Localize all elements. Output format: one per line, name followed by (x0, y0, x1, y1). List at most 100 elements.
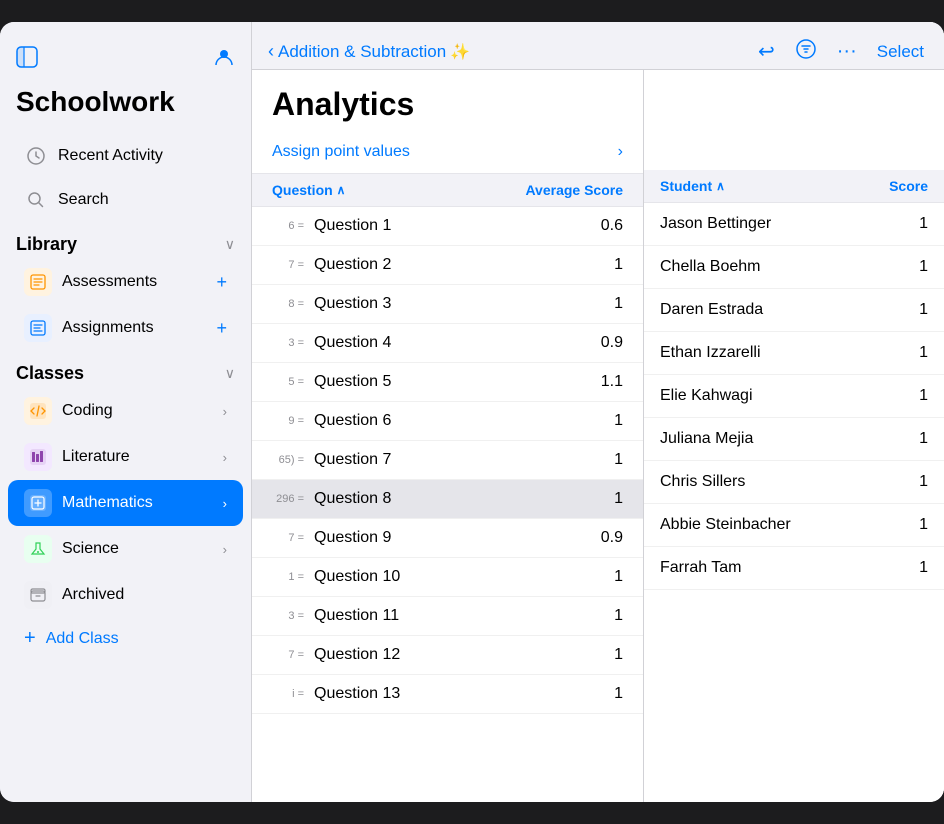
student-row[interactable]: Abbie Steinbacher 1 (644, 504, 944, 547)
question-row[interactable]: i = Question 13 1 (252, 675, 643, 714)
mathematics-label: Mathematics (62, 494, 153, 512)
add-class-label: Add Class (46, 630, 119, 648)
avatar-icon[interactable] (213, 46, 235, 74)
student-row[interactable]: Daren Estrada 1 (644, 289, 944, 332)
questions-table-header: Question ∧ Average Score (252, 174, 643, 207)
student-score: 1 (919, 387, 928, 405)
question-hint: 7 = (272, 649, 304, 661)
question-label: Question 12 (314, 646, 400, 664)
question-label: Question 3 (314, 295, 391, 313)
question-hint: 7 = (272, 259, 304, 271)
science-chevron-icon: › (223, 542, 227, 557)
nav-right-buttons: ↩ ··· Select (758, 38, 924, 66)
question-hint: 7 = (272, 532, 304, 544)
nav-back-label: Addition & Subtraction (278, 42, 446, 62)
question-row[interactable]: 7 = Question 12 1 (252, 636, 643, 675)
analytics-container: Analytics Assign point values › Question… (252, 70, 944, 802)
literature-label: Literature (62, 448, 130, 466)
filter-button[interactable] (795, 38, 817, 66)
sidebar-item-assessments[interactable]: Assessments + (8, 259, 243, 305)
mathematics-icon (24, 489, 52, 517)
student-row[interactable]: Elie Kahwagi 1 (644, 375, 944, 418)
sidebar-item-coding[interactable]: Coding › (8, 388, 243, 434)
sidebar-item-search[interactable]: Search (8, 178, 243, 222)
assignments-add-icon[interactable]: + (216, 318, 227, 339)
sidebar-item-literature[interactable]: Literature › (8, 434, 243, 480)
app-title: Schoolwork (0, 78, 251, 134)
question-hint: 3 = (272, 337, 304, 349)
coding-label: Coding (62, 402, 113, 420)
nav-back[interactable]: ‹ Addition & Subtraction ✨ (268, 41, 470, 62)
assign-point-values-row[interactable]: Assign point values › (252, 131, 643, 174)
question-label: Question 13 (314, 685, 400, 703)
question-hint: 65) = (272, 454, 304, 466)
question-score: 1 (614, 256, 623, 274)
student-name: Abbie Steinbacher (660, 516, 791, 534)
question-score: 0.6 (601, 217, 623, 235)
question-row[interactable]: 7 = Question 2 1 (252, 246, 643, 285)
question-score: 1 (614, 646, 623, 664)
question-row[interactable]: 8 = Question 3 1 (252, 285, 643, 324)
sidebar-item-science[interactable]: Science › (8, 526, 243, 572)
question-hint: 296 = (272, 493, 304, 505)
archived-label: Archived (62, 586, 124, 604)
question-row[interactable]: 1 = Question 10 1 (252, 558, 643, 597)
add-class-icon: + (24, 627, 36, 650)
question-row[interactable]: 6 = Question 1 0.6 (252, 207, 643, 246)
undo-button[interactable]: ↩ (758, 39, 775, 64)
student-row[interactable]: Chris Sillers 1 (644, 461, 944, 504)
sidebar-item-mathematics[interactable]: Mathematics › (8, 480, 243, 526)
question-row[interactable]: 3 = Question 11 1 (252, 597, 643, 636)
avg-score-col-header[interactable]: Average Score (525, 182, 623, 198)
sidebar-item-search-label: Search (58, 191, 109, 209)
student-row[interactable]: Ethan Izzarelli 1 (644, 332, 944, 375)
student-score: 1 (919, 258, 928, 276)
student-name: Daren Estrada (660, 301, 763, 319)
student-name: Chella Boehm (660, 258, 761, 276)
question-label: Question 5 (314, 373, 391, 391)
student-row[interactable]: Jason Bettinger 1 (644, 203, 944, 246)
science-icon (24, 535, 52, 563)
question-score: 1 (614, 607, 623, 625)
question-label: Question 9 (314, 529, 391, 547)
add-class-button[interactable]: + Add Class (8, 618, 243, 659)
back-icon: ‹ (268, 41, 274, 62)
student-row[interactable]: Farrah Tam 1 (644, 547, 944, 590)
sidebar-item-recent-activity[interactable]: Recent Activity (8, 134, 243, 178)
student-row[interactable]: Chella Boehm 1 (644, 246, 944, 289)
assignments-icon (24, 314, 52, 342)
question-row[interactable]: 296 = Question 8 1 (252, 480, 643, 519)
students-list: Jason Bettinger 1 Chella Boehm 1 Daren E… (644, 203, 944, 802)
sidebar-toggle-icon[interactable] (16, 46, 38, 74)
question-score: 0.9 (601, 334, 623, 352)
library-section-title: Library (16, 234, 77, 255)
question-row[interactable]: 5 = Question 5 1.1 (252, 363, 643, 402)
assessments-icon (24, 268, 52, 296)
sidebar-item-recent-activity-label: Recent Activity (58, 147, 163, 165)
question-row[interactable]: 65) = Question 7 1 (252, 441, 643, 480)
student-col-header[interactable]: Student ∧ (660, 178, 725, 194)
question-score: 1.1 (601, 373, 623, 391)
question-row[interactable]: 7 = Question 9 0.9 (252, 519, 643, 558)
student-name: Chris Sillers (660, 473, 745, 491)
assign-point-values-label: Assign point values (272, 143, 410, 161)
assignments-label: Assignments (62, 319, 154, 337)
select-button[interactable]: Select (877, 42, 924, 62)
library-chevron-icon: ∨ (225, 236, 235, 253)
question-row[interactable]: 9 = Question 6 1 (252, 402, 643, 441)
question-hint: 3 = (272, 610, 304, 622)
question-row[interactable]: 3 = Question 4 0.9 (252, 324, 643, 363)
library-section-header: Library ∨ (0, 222, 251, 259)
student-score: 1 (919, 473, 928, 491)
sidebar-item-assignments[interactable]: Assignments + (8, 305, 243, 351)
sidebar-item-archived[interactable]: Archived (8, 572, 243, 618)
assessments-add-icon[interactable]: + (216, 272, 227, 293)
question-sort-icon: ∧ (337, 183, 346, 197)
student-row[interactable]: Juliana Mejia 1 (644, 418, 944, 461)
score-col-header[interactable]: Score (889, 178, 928, 194)
student-score: 1 (919, 301, 928, 319)
student-name: Jason Bettinger (660, 215, 771, 233)
more-button[interactable]: ··· (837, 40, 857, 63)
student-score: 1 (919, 559, 928, 577)
question-col-header[interactable]: Question ∧ (272, 182, 345, 198)
